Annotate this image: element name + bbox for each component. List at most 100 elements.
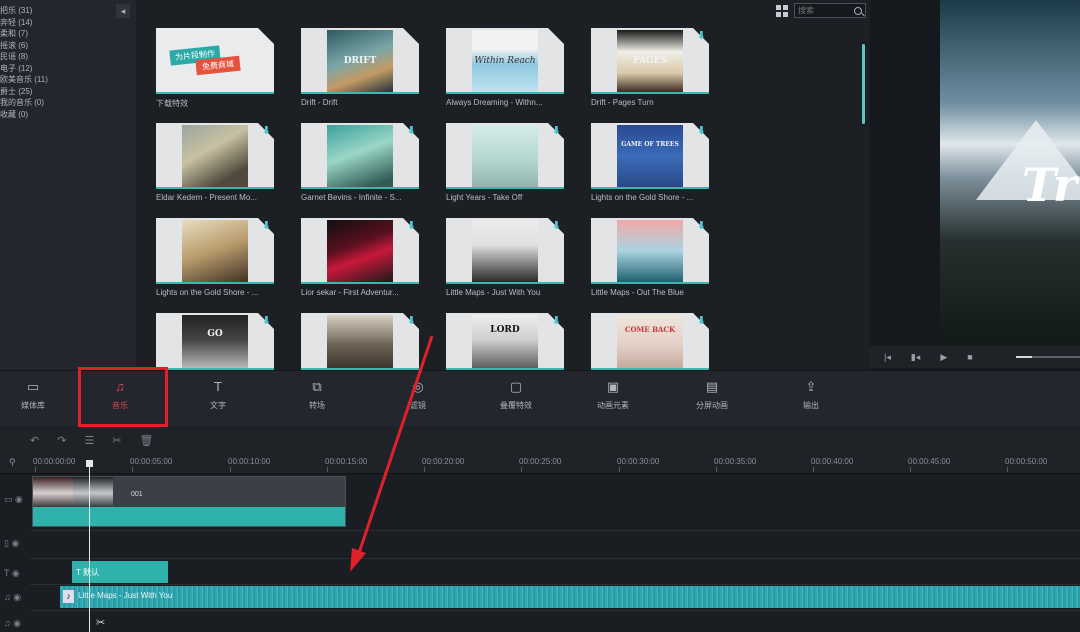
album-art[interactable]: ⬇: [591, 218, 709, 284]
music-tile[interactable]: ⬇ Eldar Kedem - Present Mo...: [156, 123, 274, 202]
play-icon[interactable]: ▶: [940, 352, 947, 363]
download-icon[interactable]: ⬇: [697, 219, 706, 232]
album-art[interactable]: ⬇: [301, 313, 419, 370]
download-icon[interactable]: ⬇: [262, 314, 271, 327]
tab-export[interactable]: ⇪ 输出: [771, 380, 851, 411]
music-tile[interactable]: 为片段制作 免费商城 下载特效: [156, 28, 274, 109]
music-tile[interactable]: ⬇ Lior sekar - First Adventur...: [301, 218, 419, 297]
volume-slider[interactable]: [1016, 356, 1080, 358]
audio-clip[interactable]: ♪ Little Maps - Just With You: [60, 586, 1080, 608]
album-art-image: [182, 125, 248, 187]
download-icon[interactable]: ⬇: [552, 124, 561, 137]
category-item[interactable]: 摇滚 (6): [0, 40, 110, 52]
video-track-icon[interactable]: ▭ ◉: [4, 494, 34, 505]
album-art-image: [327, 125, 393, 187]
tab-media[interactable]: ▭ 媒体库: [0, 380, 73, 411]
download-icon[interactable]: ⬇: [552, 314, 561, 327]
redo-icon[interactable]: ↷: [57, 434, 66, 447]
music-tile[interactable]: PAGES ⬇ Drift - Pages Turn: [591, 28, 709, 107]
tile-label: Lights on the Gold Shore - ...: [591, 193, 694, 202]
music-tile[interactable]: GO ⬇: [156, 313, 274, 370]
music-tile[interactable]: ⬇ Light Years - Take Off: [446, 123, 564, 202]
search-box[interactable]: [794, 3, 866, 18]
album-art[interactable]: Within Reach: [446, 28, 564, 94]
ruler-tick: 00:00:15:00: [325, 457, 368, 472]
music-tile[interactable]: ⬇ Little Maps - Out The Blue: [591, 218, 709, 297]
download-icon[interactable]: ⬇: [697, 29, 706, 42]
audio-track-2-icon[interactable]: ♫ ◉: [4, 618, 34, 629]
album-art[interactable]: ⬇: [301, 123, 419, 189]
music-tile[interactable]: ⬇: [301, 313, 419, 370]
undo-icon[interactable]: ↶: [30, 434, 39, 447]
download-icon[interactable]: ⬇: [552, 219, 561, 232]
tile-label: Always Dreaming - Withn...: [446, 98, 543, 107]
album-art[interactable]: PAGES ⬇: [591, 28, 709, 94]
tab-overlays[interactable]: ▢ 叠覆特效: [476, 380, 556, 411]
album-art[interactable]: ⬇: [156, 123, 274, 189]
album-art[interactable]: LORD ⬇: [446, 313, 564, 370]
category-item[interactable]: 我的音乐 (0): [0, 97, 110, 109]
music-tile[interactable]: ⬇ Lights on the Gold Shore - ...: [156, 218, 274, 297]
category-item[interactable]: 把乐 (31): [0, 5, 110, 17]
audio-track-icon[interactable]: ♫ ◉: [4, 592, 34, 603]
category-item[interactable]: 欧美音乐 (11): [0, 74, 110, 86]
tab-transitions[interactable]: ⧉ 转场: [277, 380, 357, 411]
music-tile[interactable]: Within Reach Always Dreaming - Withn...: [446, 28, 564, 107]
collapse-sidebar-button[interactable]: ◂: [116, 4, 130, 18]
music-tile[interactable]: COME BACK ⬇: [591, 313, 709, 370]
menu-icon[interactable]: ☰: [84, 434, 94, 447]
category-item[interactable]: 电子 (12): [0, 63, 110, 75]
music-tile[interactable]: ⬇ Little Maps - Just With You: [446, 218, 564, 297]
overlay-track-icon[interactable]: ▯ ◉: [4, 538, 34, 549]
tab-filters[interactable]: ◎ 滤镜: [378, 380, 458, 411]
step-back-icon[interactable]: ▮◂: [911, 352, 920, 363]
download-icon[interactable]: ⬇: [697, 124, 706, 137]
music-tile[interactable]: GAME OF TREES ⬇ Lights on the Gold Shore…: [591, 123, 709, 202]
playhead[interactable]: [86, 460, 93, 632]
download-icon[interactable]: ⬇: [697, 314, 706, 327]
album-art-image: 为片段制作 免费商城: [156, 28, 274, 92]
album-art[interactable]: ⬇: [156, 218, 274, 284]
album-art[interactable]: 为片段制作 免费商城: [156, 28, 274, 94]
category-item[interactable]: 奔轻 (14): [0, 17, 110, 29]
category-item[interactable]: 爵士 (25): [0, 86, 110, 98]
download-icon[interactable]: ⬇: [407, 124, 416, 137]
scissor-icon[interactable]: ✂: [96, 616, 105, 629]
timeline-ruler[interactable]: ⚲ 00:00:00:00 00:00:05:00 00:00:10:00 00…: [0, 452, 1080, 474]
music-tile[interactable]: LORD ⬇: [446, 313, 564, 370]
album-art-image: [472, 125, 538, 187]
search-input[interactable]: [798, 6, 852, 15]
album-art[interactable]: ⬇: [446, 123, 564, 189]
download-icon[interactable]: ⬇: [262, 124, 271, 137]
category-item[interactable]: 民谣 (8): [0, 51, 110, 63]
stop-icon[interactable]: ■: [967, 352, 972, 362]
album-art[interactable]: GAME OF TREES ⬇: [591, 123, 709, 189]
lock-icon[interactable]: ⚲: [9, 457, 16, 468]
category-item[interactable]: 收藏 (0): [0, 109, 110, 121]
album-art[interactable]: ⬇: [301, 218, 419, 284]
cut-icon[interactable]: ✂: [112, 434, 121, 447]
album-art[interactable]: COME BACK ⬇: [591, 313, 709, 370]
album-art[interactable]: ⬇: [446, 218, 564, 284]
video-clip[interactable]: 001: [32, 476, 346, 527]
tab-split-screen[interactable]: ▤ 分屏动画: [672, 380, 752, 411]
category-item[interactable]: 柔和 (7): [0, 28, 110, 40]
delete-icon[interactable]: 🗑: [140, 434, 154, 447]
music-tile[interactable]: ⬇ Garnet Bevins - Infinite - S...: [301, 123, 419, 202]
download-icon[interactable]: ⬇: [407, 219, 416, 232]
tab-elements[interactable]: ▣ 动画元素: [573, 380, 653, 411]
grid-view-icon[interactable]: [776, 4, 788, 17]
search-icon[interactable]: [854, 6, 862, 15]
grid-scrollbar[interactable]: [862, 44, 865, 124]
download-icon[interactable]: ⬇: [262, 219, 271, 232]
tab-text[interactable]: T 文字: [178, 380, 258, 411]
ruler-tick: 00:00:05:00: [130, 457, 173, 472]
album-art[interactable]: GO ⬇: [156, 313, 274, 370]
skip-back-icon[interactable]: |◂: [884, 352, 891, 363]
music-tile[interactable]: DRIFT Drift - Drift: [301, 28, 419, 107]
text-track-icon[interactable]: T ◉: [4, 568, 34, 579]
download-icon[interactable]: ⬇: [407, 314, 416, 327]
text-clip[interactable]: T 默认: [72, 561, 168, 583]
timeline-toolbar: ↶ ↷ ☰ ✂ 🗑: [0, 428, 1080, 452]
album-art[interactable]: DRIFT: [301, 28, 419, 94]
